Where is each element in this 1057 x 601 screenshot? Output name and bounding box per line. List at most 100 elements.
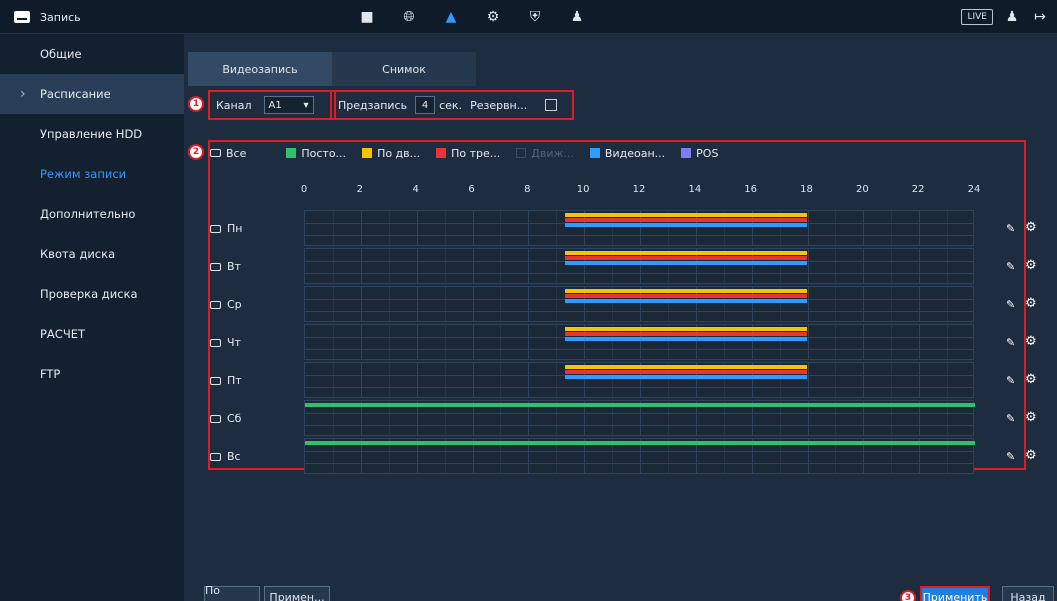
- day-timeline[interactable]: [304, 438, 975, 474]
- sidebar-item-record-mode[interactable]: Режим записи: [0, 154, 184, 194]
- sidebar-item-advanced[interactable]: Дополнительно: [0, 194, 184, 234]
- day-timeline[interactable]: [304, 324, 974, 360]
- user-icon[interactable]: ♟: [1003, 8, 1021, 26]
- day-checkbox[interactable]: [210, 414, 221, 423]
- gear-icon[interactable]: ⚙︎: [1025, 448, 1037, 463]
- day-timeline[interactable]: [304, 248, 974, 284]
- schedule-segment-analytics-blue[interactable]: [565, 261, 808, 265]
- grid-line: [947, 325, 949, 359]
- pencil-icon[interactable]: ✎: [1006, 298, 1015, 311]
- day-label[interactable]: Вс: [210, 450, 241, 463]
- sidebar-item-ftp[interactable]: FTP: [0, 354, 184, 394]
- logout-icon[interactable]: ↦: [1031, 8, 1049, 26]
- schedule-segment-alarm-red[interactable]: [565, 294, 808, 298]
- schedule-segment-alarm-red[interactable]: [565, 256, 808, 260]
- day-checkbox[interactable]: [210, 300, 221, 309]
- grid-line: [360, 287, 362, 321]
- schedule-segment-analytics-blue[interactable]: [565, 299, 808, 303]
- grid-line: [416, 363, 418, 397]
- schedule-segment-general-green[interactable]: [305, 441, 975, 445]
- day-checkbox[interactable]: [210, 338, 221, 347]
- day-timeline[interactable]: [304, 362, 974, 398]
- pencil-icon[interactable]: ✎: [1006, 450, 1015, 463]
- camera-icon[interactable]: ■: [358, 8, 376, 26]
- pencil-icon[interactable]: ✎: [1006, 374, 1015, 387]
- settings-icon[interactable]: ⚙︎: [484, 8, 502, 26]
- day-label[interactable]: Ср: [210, 298, 242, 311]
- schedule-segment-alarm-yellow[interactable]: [565, 365, 808, 369]
- day-checkbox[interactable]: [210, 224, 221, 233]
- schedule-segment-alarm-yellow[interactable]: [565, 289, 808, 293]
- sidebar-item-hdd-management[interactable]: Управление HDD: [0, 114, 184, 154]
- main-panel: Видеозапись Снимок 1 Канал A1 ▾ Предзапи…: [184, 34, 1057, 601]
- grid-line: [807, 325, 809, 359]
- day-checkbox[interactable]: [210, 262, 221, 271]
- schedule-segment-analytics-blue[interactable]: [565, 375, 808, 379]
- schedule-segment-general-green[interactable]: [305, 403, 975, 407]
- shield-icon[interactable]: ⛨: [526, 8, 544, 26]
- apply-button[interactable]: Применить: [920, 586, 990, 601]
- schedule-segment-analytics-blue[interactable]: [565, 223, 808, 227]
- sidebar-item-schedule[interactable]: Расписание: [0, 74, 184, 114]
- gear-icon[interactable]: ⚙︎: [1025, 258, 1037, 273]
- gear-icon[interactable]: ⚙︎: [1025, 296, 1037, 311]
- legend-item-pos[interactable]: POS: [681, 147, 718, 160]
- schedule-segment-alarm-red[interactable]: [565, 332, 808, 336]
- day-checkbox[interactable]: [210, 452, 221, 461]
- gear-icon[interactable]: ⚙︎: [1025, 372, 1037, 387]
- grid-line: [528, 363, 530, 397]
- tab-video-record[interactable]: Видеозапись: [188, 52, 332, 86]
- channel-select[interactable]: A1 ▾: [263, 96, 314, 114]
- day-checkbox[interactable]: [210, 376, 221, 385]
- globe-icon[interactable]: 🌐︎: [400, 8, 418, 26]
- day-label[interactable]: Вт: [210, 260, 241, 273]
- day-label[interactable]: Сб: [210, 412, 241, 425]
- back-button[interactable]: Назад: [1002, 586, 1054, 601]
- schedule-segment-analytics-blue[interactable]: [565, 337, 808, 341]
- day-label[interactable]: Пн: [210, 222, 242, 235]
- gear-icon[interactable]: ⚙︎: [1025, 334, 1037, 349]
- legend-item-analytics[interactable]: Видеоан...: [589, 147, 665, 160]
- annotation-badge-1: 1: [188, 96, 204, 112]
- grid-line: [388, 211, 390, 245]
- user-settings-icon[interactable]: ♟: [568, 8, 586, 26]
- gear-icon[interactable]: ⚙︎: [1025, 410, 1037, 425]
- schedule-segment-alarm-yellow[interactable]: [565, 327, 808, 331]
- gear-icon[interactable]: ⚙︎: [1025, 220, 1037, 235]
- pencil-icon[interactable]: ✎: [1006, 336, 1015, 349]
- legend-item-alarm[interactable]: По тре...: [436, 147, 500, 160]
- grid-line: [305, 451, 973, 452]
- pencil-icon[interactable]: ✎: [1006, 260, 1015, 273]
- legend-item-motion[interactable]: По дв...: [362, 147, 420, 160]
- tab-snapshot[interactable]: Снимок: [332, 52, 476, 86]
- pencil-icon[interactable]: ✎: [1006, 222, 1015, 235]
- day-timeline[interactable]: [304, 400, 975, 436]
- legend-all[interactable]: Все: [210, 147, 246, 160]
- schedule-segment-alarm-yellow[interactable]: [565, 251, 808, 255]
- grid-line: [305, 311, 973, 312]
- all-days-checkbox: [210, 149, 221, 157]
- sidebar-item-disk-quota[interactable]: Квота диска: [0, 234, 184, 274]
- day-label[interactable]: Пт: [210, 374, 242, 387]
- sidebar-item-disk-check[interactable]: Проверка диска: [0, 274, 184, 314]
- backup-label: Резервн...: [470, 98, 528, 112]
- schedule-segment-alarm-yellow[interactable]: [565, 213, 808, 217]
- grid-line: [416, 211, 418, 245]
- day-timeline[interactable]: [304, 210, 974, 246]
- legend-item-general[interactable]: Посто...: [286, 147, 346, 160]
- sidebar-item-general[interactable]: Общие: [0, 34, 184, 74]
- day-label[interactable]: Чт: [210, 336, 241, 349]
- sidebar-item-calculation[interactable]: РАСЧЕТ: [0, 314, 184, 354]
- schedule-segment-alarm-red[interactable]: [565, 370, 808, 374]
- prerecord-input[interactable]: 4: [415, 96, 436, 114]
- copy-button[interactable]: Примен...: [264, 586, 330, 601]
- storage-icon[interactable]: ▲: [442, 8, 460, 26]
- backup-checkbox[interactable]: [545, 99, 558, 111]
- pencil-icon[interactable]: ✎: [1006, 412, 1015, 425]
- schedule-segment-alarm-red[interactable]: [565, 218, 808, 222]
- live-button[interactable]: LIVE: [961, 9, 993, 25]
- grid-line: [807, 211, 809, 245]
- day-timeline[interactable]: [304, 286, 974, 322]
- hour-label: 22: [911, 184, 925, 195]
- default-button[interactable]: По умолч...: [204, 584, 260, 601]
